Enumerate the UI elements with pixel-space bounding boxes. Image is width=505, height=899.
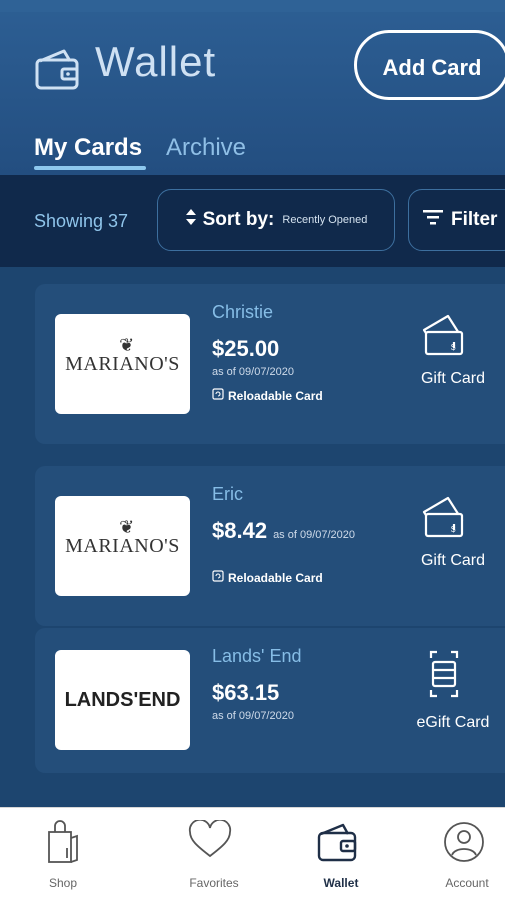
account-icon [442, 820, 486, 869]
filter-icon [423, 209, 443, 231]
filter-button[interactable]: Filter [408, 189, 505, 251]
brand-logo: ❦ MARIANO'S [55, 314, 190, 414]
wallet-icon [316, 822, 360, 869]
lands-end-logo: LANDS'END [64, 688, 181, 711]
wallet-icon [34, 47, 82, 96]
egift-card-icon [427, 648, 461, 705]
nav-label: Wallet [323, 876, 359, 890]
gift-card-icon: $ [418, 312, 468, 363]
nav-item-wallet[interactable]: Wallet [278, 808, 404, 899]
reload-icon [212, 388, 224, 403]
reloadable-tag: Reloadable Card [212, 388, 323, 403]
brand-logo: ❦ MARIANO'S [55, 496, 190, 596]
result-count: Showing 37 [34, 211, 129, 231]
bottom-navigation: Shop Favorites Wallet Account [0, 807, 505, 899]
nav-item-shop[interactable]: Shop [0, 808, 126, 899]
wallet-card-row[interactable]: LANDS'END Lands' End $63.15 as of 09/07/… [35, 628, 505, 773]
svg-text:$: $ [451, 525, 456, 534]
sort-arrows-icon [185, 208, 197, 232]
wallet-card-row[interactable]: ❦ MARIANO'S Eric $8.42 as of 09/07/2020 Re… [35, 466, 505, 626]
card-type-label: eGift Card [416, 714, 490, 731]
list-toolbar: Showing 37 Sort by: Recently Opened Filt… [0, 175, 505, 267]
reloadable-tag: Reloadable Card [212, 570, 323, 585]
card-balance: $25.00 [212, 336, 280, 361]
card-list: ❦ MARIANO'S Christie $25.00 as of 09/07/2… [0, 267, 505, 807]
nav-label: Account [445, 876, 489, 890]
sort-button[interactable]: Sort by: Recently Opened [157, 189, 395, 251]
header: Wallet Add Card My Cards Archive [0, 0, 505, 175]
card-type-label: Gift Card [420, 552, 485, 569]
card-holder-name: Eric [212, 484, 243, 504]
gift-card-icon: $ [418, 494, 468, 545]
status-strip [0, 0, 505, 12]
page-title: Wallet [95, 38, 217, 85]
balance-date: as of 09/07/2020 [212, 366, 294, 378]
card-holder-name: Christie [212, 302, 274, 322]
add-card-button[interactable]: Add Card [354, 30, 505, 100]
marianos-logo: ❦ MARIANO'S [65, 334, 180, 375]
tab-archive[interactable]: Archive [166, 134, 246, 162]
card-type-label: Gift Card [420, 370, 485, 387]
nav-item-account[interactable]: Account [404, 808, 505, 899]
wallet-card-row[interactable]: ❦ MARIANO'S Christie $25.00 as of 09/07/2… [35, 284, 505, 444]
balance-date: as of 09/07/2020 [273, 529, 356, 541]
brand-logo: LANDS'END [55, 650, 190, 750]
nav-label: Favorites [189, 876, 239, 890]
active-tab-indicator [34, 166, 146, 170]
heart-icon [187, 818, 233, 865]
tab-my-cards[interactable]: My Cards [34, 134, 142, 162]
shopping-bag-icon [43, 818, 83, 871]
balance-date: as of 09/07/2020 [212, 710, 294, 722]
card-holder-name: Lands' End [212, 646, 302, 666]
nav-item-favorites[interactable]: Favorites [151, 808, 277, 899]
card-balance: $8.42 as of 09/07/2020 [212, 518, 356, 543]
card-balance: $63.15 [212, 680, 280, 705]
marianos-logo: ❦ MARIANO'S [65, 516, 180, 557]
nav-label: Shop [48, 876, 78, 890]
filter-label: Filter [451, 209, 498, 230]
sort-label: Sort by: [202, 209, 275, 230]
sort-value: Recently Opened [282, 214, 368, 226]
svg-text:$: $ [451, 343, 456, 352]
reload-icon [212, 570, 224, 585]
